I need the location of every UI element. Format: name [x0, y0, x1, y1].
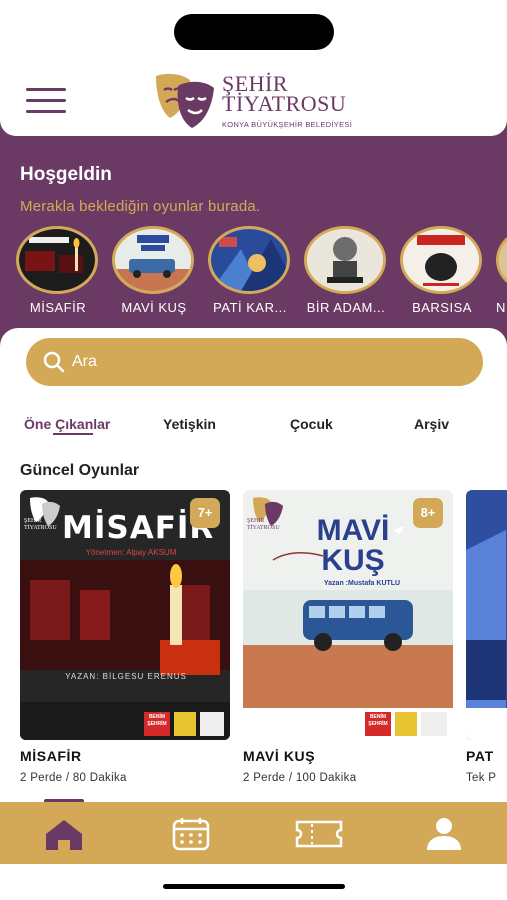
- section-title: Güncel Oyunlar: [20, 462, 140, 479]
- stories-carousel[interactable]: MİSAFİR MAVİ KUŞ PATİ KAR... BİR ADAM...…: [16, 226, 507, 316]
- poster-tag: BENİM ŞEHRİM: [368, 714, 388, 727]
- story-thumbnail: [112, 226, 194, 294]
- play-card[interactable]: ŞEHİR TİYATROSU MİSAFİR Yönetmen: Alpay …: [20, 490, 230, 784]
- story-thumbnail: [304, 226, 386, 294]
- story-item[interactable]: N: [496, 226, 507, 316]
- poster-writer: Yazan :Mustafa KUTLU: [323, 580, 401, 587]
- story-thumbnail: [208, 226, 290, 294]
- logo-subtitle: KONYA BÜYÜKŞEHİR BELEDİYESİ: [222, 120, 353, 129]
- story-label: MAVİ KUŞ: [121, 300, 187, 315]
- play-poster: ŞEHİR TİYATROSU MİSAFİR Yönetmen: Alpay …: [20, 490, 230, 740]
- story-item[interactable]: MİSAFİR: [16, 226, 100, 316]
- welcome-subtitle: Merakla beklediğin oyunlar burada.: [20, 198, 261, 215]
- story-label: BARSISA: [412, 300, 472, 315]
- play-card[interactable]: PAT Tek P: [466, 490, 507, 784]
- story-label: PATİ KAR...: [213, 300, 287, 315]
- active-tab-indicator: [53, 433, 93, 435]
- search-icon: [43, 351, 65, 373]
- search-bar[interactable]: [26, 338, 483, 386]
- play-poster: ŞEHİR TİYATROSU MAVİ KUŞ Yazan :Mustafa …: [243, 490, 453, 740]
- age-rating-badge: 7+: [190, 498, 220, 528]
- device-notch: [174, 14, 334, 50]
- home-indicator: [163, 884, 345, 889]
- theater-masks-icon: [156, 73, 214, 128]
- poster-tag: BENİM ŞEHRİM: [147, 714, 167, 727]
- home-icon: [46, 820, 82, 850]
- nav-profile[interactable]: [422, 816, 466, 852]
- logo-title: ŞEHİR TİYATROSU: [222, 71, 347, 116]
- welcome-title: Hoşgeldin: [20, 164, 112, 185]
- nav-tickets[interactable]: [294, 816, 344, 852]
- play-title: MAVİ KUŞ: [243, 748, 316, 764]
- hamburger-menu-icon[interactable]: [26, 86, 68, 116]
- poster-logo: ŞEHİR TİYATROSU: [247, 494, 285, 531]
- calendar-icon: [172, 818, 210, 851]
- story-item[interactable]: MAVİ KUŞ: [112, 226, 196, 316]
- poster-writer: YAZAN: BİLGESU ERENUS: [65, 672, 187, 681]
- poster-director: Yönetmen: Alpay AKSUM: [85, 548, 177, 557]
- story-thumbnail: [16, 226, 98, 294]
- story-item[interactable]: PATİ KAR...: [208, 226, 292, 316]
- tab-children[interactable]: Çocuk: [290, 416, 333, 432]
- story-label: N: [496, 300, 506, 315]
- play-meta: Tek P: [466, 772, 497, 784]
- poster-title: MAVİ KUŞ: [316, 514, 390, 577]
- header-background: ŞEHİR TİYATROSU KONYA BÜYÜKŞEHİR BELEDİY…: [0, 0, 507, 150]
- theater-logo: ŞEHİR TİYATROSU KONYA BÜYÜKŞEHİR BELEDİY…: [152, 72, 362, 132]
- header: ŞEHİR TİYATROSU KONYA BÜYÜKŞEHİR BELEDİY…: [0, 0, 507, 136]
- play-meta: 2 Perde / 80 Dakika: [20, 772, 127, 784]
- main-content: Öne Çıkanlar Yetişkin Çocuk Arşiv Güncel…: [0, 328, 507, 808]
- tab-featured[interactable]: Öne Çıkanlar: [24, 416, 110, 432]
- story-label: BİR ADAM...: [306, 300, 386, 315]
- play-card[interactable]: ŞEHİR TİYATROSU MAVİ KUŞ Yazan :Mustafa …: [243, 490, 453, 784]
- story-thumbnail: [400, 226, 482, 294]
- poster-logo: ŞEHİR TİYATROSU: [24, 494, 62, 531]
- story-thumbnail: [496, 226, 507, 294]
- plays-carousel[interactable]: ŞEHİR TİYATROSU MİSAFİR Yönetmen: Alpay …: [0, 490, 507, 800]
- category-tabs: Öne Çıkanlar Yetişkin Çocuk Arşiv: [0, 416, 507, 446]
- profile-icon: [427, 818, 461, 850]
- story-label: MİSAFİR: [29, 300, 87, 315]
- story-item[interactable]: BİR ADAM...: [304, 226, 388, 316]
- poster-title: MİSAFİR: [62, 510, 215, 546]
- welcome-section: Hoşgeldin Merakla beklediğin oyunlar bur…: [0, 136, 507, 346]
- ticket-icon: [295, 820, 343, 848]
- nav-calendar[interactable]: [169, 816, 213, 852]
- play-title: MİSAFİR: [20, 748, 82, 764]
- nav-home[interactable]: [42, 816, 86, 852]
- play-poster: [466, 490, 507, 740]
- age-rating-badge: 8+: [413, 498, 443, 528]
- play-title: PAT: [466, 748, 494, 764]
- tab-archive[interactable]: Arşiv: [414, 416, 449, 432]
- search-input[interactable]: [72, 338, 462, 386]
- tab-adult[interactable]: Yetişkin: [163, 416, 216, 432]
- story-item[interactable]: BARSISA: [400, 226, 484, 316]
- bottom-navigation: [0, 802, 507, 864]
- play-meta: 2 Perde / 100 Dakika: [243, 772, 357, 784]
